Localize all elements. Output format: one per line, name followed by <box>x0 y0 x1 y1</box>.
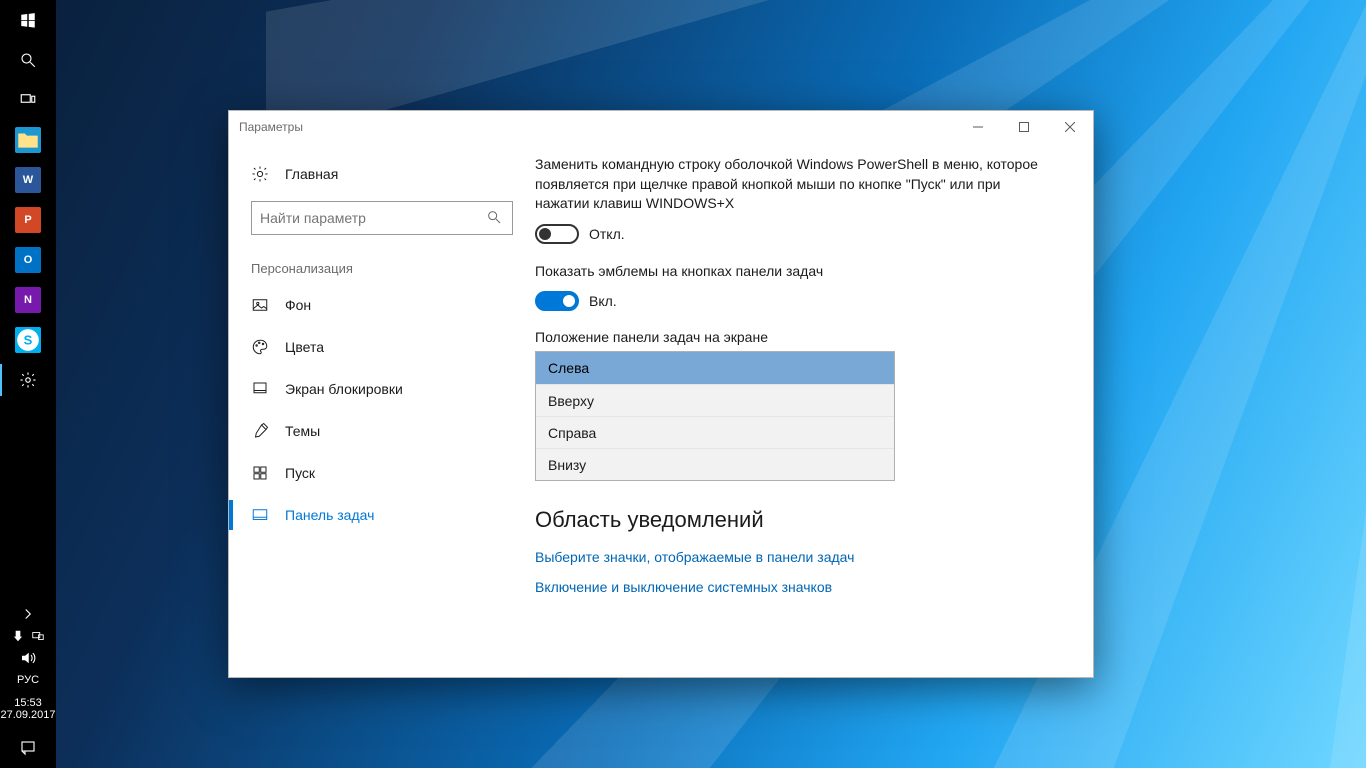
powerpoint-button[interactable]: P <box>0 200 56 240</box>
taskbar-icon <box>251 506 269 524</box>
toggle-state-label: Вкл. <box>589 293 617 309</box>
sidebar-item-label: Темы <box>285 423 320 439</box>
search-button[interactable] <box>0 40 56 80</box>
sidebar-taskbar[interactable]: Панель задач <box>229 494 535 536</box>
window-title: Параметры <box>239 120 955 134</box>
file-explorer-icon <box>15 127 41 153</box>
sidebar: Главная Персонализация Фон Цвета <box>229 143 535 677</box>
dropdown-option-bottom[interactable]: Внизу <box>536 448 894 480</box>
chevron-right-icon <box>18 604 38 624</box>
dropdown-option-left[interactable]: Слева <box>536 352 894 384</box>
notification-area-heading: Область уведомлений <box>535 507 1073 533</box>
sidebar-item-label: Фон <box>285 297 311 313</box>
windows-icon <box>18 10 38 30</box>
skype-button[interactable]: S <box>0 320 56 360</box>
action-center-button[interactable] <box>0 728 56 768</box>
search-input[interactable] <box>260 210 478 226</box>
start-button[interactable] <box>0 0 56 40</box>
task-view-icon <box>18 90 38 110</box>
dropdown-label: Положение панели задач на экране <box>535 329 1073 345</box>
gear-icon <box>18 370 38 390</box>
gear-icon <box>251 165 269 183</box>
word-button[interactable]: W <box>0 160 56 200</box>
clock-time: 15:53 <box>0 697 55 710</box>
language-label: РУС <box>17 674 39 686</box>
notification-icon <box>18 738 38 758</box>
sidebar-lockscreen[interactable]: Экран блокировки <box>229 368 535 410</box>
sidebar-item-label: Панель задач <box>285 507 374 523</box>
dropdown-option-right[interactable]: Справа <box>536 416 894 448</box>
power-icon <box>11 626 25 646</box>
sidebar-section-title: Персонализация <box>229 245 535 284</box>
brush-icon <box>251 422 269 440</box>
toggle-state-label: Откл. <box>589 226 625 242</box>
search-icon <box>18 50 38 70</box>
language-indicator[interactable]: РУС <box>0 669 56 691</box>
maximize-button[interactable] <box>1001 111 1047 143</box>
power-network-tray[interactable] <box>0 625 56 647</box>
outlook-icon: O <box>15 247 41 273</box>
main-pane: Заменить командную строку оболочкой Wind… <box>535 143 1093 677</box>
clock[interactable]: 15:53 27.09.2017 <box>0 691 55 728</box>
taskbar-position-dropdown[interactable]: Слева Вверху Справа Внизу <box>535 351 895 481</box>
sidebar-themes[interactable]: Темы <box>229 410 535 452</box>
search-input-wrapper[interactable] <box>251 201 513 235</box>
volume-icon <box>18 648 38 668</box>
toggle-switch-off <box>535 224 579 244</box>
titlebar[interactable]: Параметры <box>229 111 1093 143</box>
sidebar-item-label: Пуск <box>285 465 315 481</box>
setting-badges-text: Показать эмблемы на кнопках панели задач <box>535 262 1055 282</box>
settings-window: Параметры Главная Персонал <box>228 110 1094 678</box>
settings-taskbar-button[interactable] <box>0 360 56 400</box>
home-label: Главная <box>285 166 338 182</box>
dropdown-option-top[interactable]: Вверху <box>536 384 894 416</box>
sidebar-colors[interactable]: Цвета <box>229 326 535 368</box>
toggle-powershell[interactable]: Откл. <box>535 224 1073 244</box>
palette-icon <box>251 338 269 356</box>
sidebar-background[interactable]: Фон <box>229 284 535 326</box>
sidebar-item-label: Экран блокировки <box>285 381 403 397</box>
volume-tray[interactable] <box>0 647 56 669</box>
powerpoint-icon: P <box>15 207 41 233</box>
lockscreen-icon <box>251 380 269 398</box>
start-icon <box>251 464 269 482</box>
skype-icon: S <box>15 327 41 353</box>
word-icon: W <box>15 167 41 193</box>
image-icon <box>251 296 269 314</box>
file-explorer-button[interactable] <box>0 120 56 160</box>
toggle-badges[interactable]: Вкл. <box>535 291 1073 311</box>
search-icon <box>486 209 504 227</box>
taskbar: W P O N S <box>0 0 56 768</box>
minimize-button[interactable] <box>955 111 1001 143</box>
clock-date: 27.09.2017 <box>0 709 55 722</box>
close-button[interactable] <box>1047 111 1093 143</box>
link-select-icons[interactable]: Выберите значки, отображаемые в панели з… <box>535 549 1073 565</box>
network-icon <box>31 626 45 646</box>
setting-powershell-text: Заменить командную строку оболочкой Wind… <box>535 155 1055 214</box>
home-nav[interactable]: Главная <box>229 153 535 195</box>
task-view-button[interactable] <box>0 80 56 120</box>
toggle-switch-on <box>535 291 579 311</box>
onenote-icon: N <box>15 287 41 313</box>
sidebar-start[interactable]: Пуск <box>229 452 535 494</box>
onenote-button[interactable]: N <box>0 280 56 320</box>
link-system-icons[interactable]: Включение и выключение системных значков <box>535 579 1073 595</box>
sidebar-item-label: Цвета <box>285 339 324 355</box>
svg-text:S: S <box>24 332 33 347</box>
outlook-button[interactable]: O <box>0 240 56 280</box>
tray-overflow-button[interactable] <box>0 603 56 625</box>
